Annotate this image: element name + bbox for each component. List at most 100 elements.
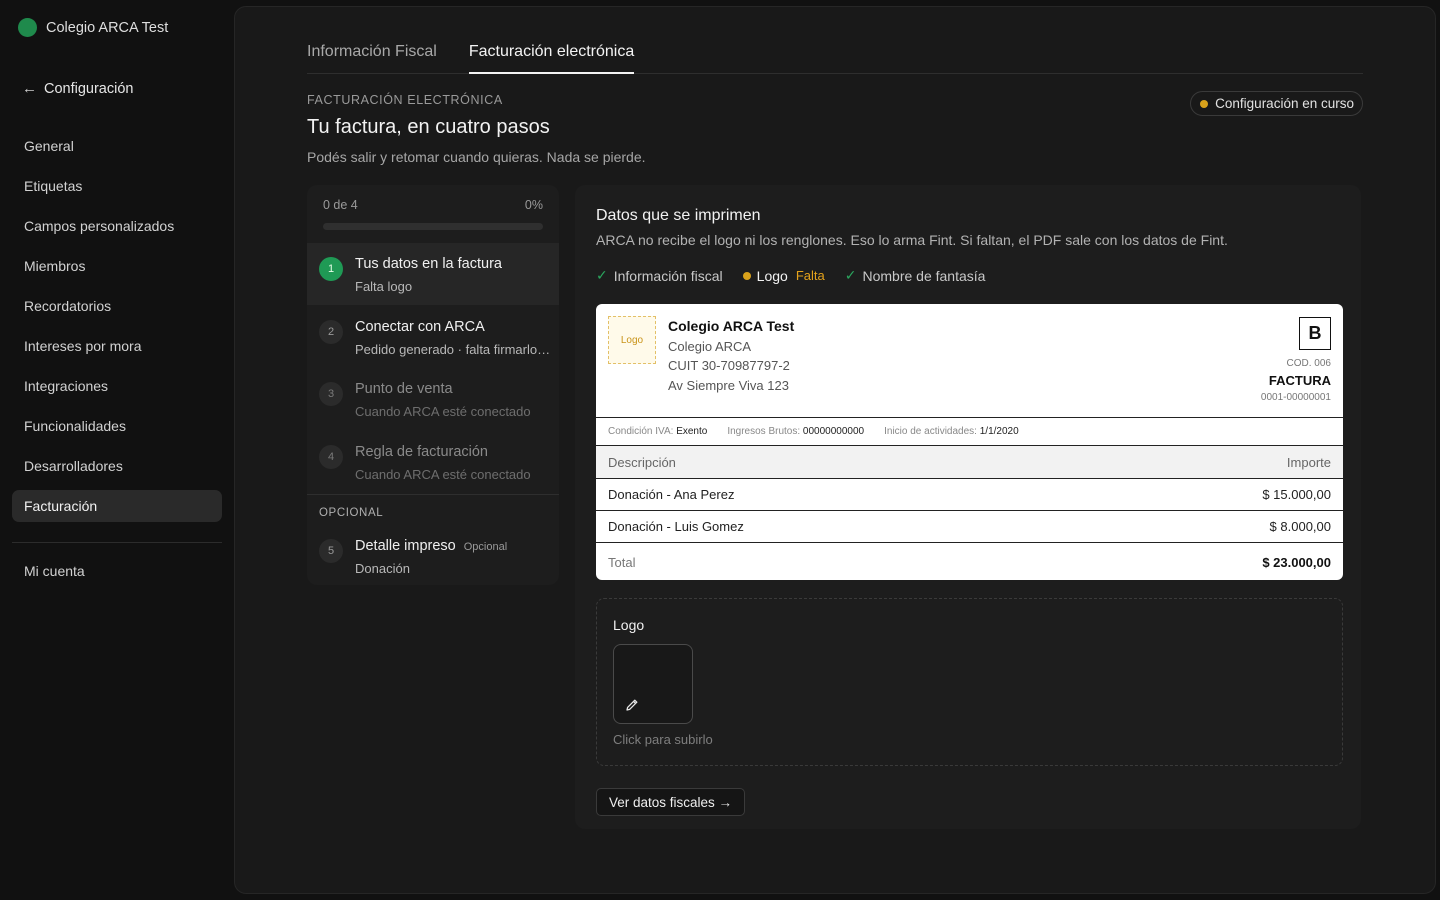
- step-subtitle: Falta logo: [355, 279, 413, 294]
- card-title: Datos que se imprimen: [596, 207, 761, 224]
- tab-bar: Información Fiscal Facturación electróni…: [307, 33, 1363, 74]
- section-eyebrow: FACTURACIÓN ELECTRÓNICA: [307, 93, 503, 107]
- invoice-org-name: Colegio ARCA Test: [668, 318, 795, 334]
- row-amount: $ 8.000,00: [1269, 519, 1331, 534]
- invoice-address: Av Siempre Viva 123: [668, 378, 789, 393]
- invoice-iva: Condición IVA: Exento: [608, 426, 707, 437]
- meta-label: Inicio de actividades:: [884, 426, 977, 437]
- sidebar-item-intereses-por-mora[interactable]: Intereses por mora: [12, 330, 222, 362]
- checkmark-icon: ✓: [596, 267, 608, 283]
- sidebar-item-recordatorios[interactable]: Recordatorios: [12, 290, 222, 322]
- progress-labels: 0 de 4 0%: [323, 198, 543, 212]
- row-description: Donación - Luis Gomez: [608, 519, 744, 534]
- sidebar-item-funcionalidades[interactable]: Funcionalidades: [12, 410, 222, 442]
- sidebar-item-etiquetas[interactable]: Etiquetas: [12, 170, 222, 202]
- meta-value: 1/1/2020: [979, 426, 1019, 437]
- row-description: Donación - Ana Perez: [608, 487, 735, 502]
- sidebar-item-mi-cuenta[interactable]: Mi cuenta: [12, 555, 222, 587]
- meta-value: 00000000000: [802, 426, 865, 437]
- check-label: Nombre de fantasía: [862, 267, 986, 284]
- requirements-checklist: ✓ Información fiscal Logo Falta ✓ Nombre…: [596, 267, 985, 284]
- sidebar-account-section: Mi cuenta: [12, 555, 222, 595]
- step-item-punto-de-venta: 3 Punto de venta Cuando ARCA esté conect…: [307, 368, 559, 430]
- steps-divider: [307, 494, 559, 495]
- step-number: 4: [319, 445, 343, 469]
- column-header-importe: Importe: [1286, 454, 1331, 470]
- step-number: 5: [319, 539, 343, 563]
- back-to-settings-link[interactable]: ← Configuración: [22, 80, 133, 97]
- optional-section-label: OPCIONAL: [319, 507, 384, 519]
- main-panel: Información Fiscal Facturación electróni…: [234, 6, 1436, 894]
- step-item-datos-factura[interactable]: 1 Tus datos en la factura Falta logo: [307, 243, 559, 305]
- step-subtitle: Donación: [355, 561, 410, 576]
- invoice-legal-name: Colegio ARCA: [668, 339, 752, 354]
- status-label: Configuración en curso: [1215, 96, 1354, 111]
- sidebar-item-desarrolladores[interactable]: Desarrolladores: [12, 450, 222, 482]
- step-item-conectar-arca[interactable]: 2 Conectar con ARCA Pedido generado · fa…: [307, 306, 559, 368]
- sidebar-item-general[interactable]: General: [12, 130, 222, 162]
- view-fiscal-data-button[interactable]: Ver datos fiscales →: [596, 788, 746, 816]
- page-title: Tu factura, en cuatro pasos: [307, 116, 550, 138]
- invoice-cuit: CUIT 30-70987797-2: [668, 358, 790, 373]
- step-subtitle: Pedido generado · falta firmarlo en ARCA: [355, 342, 551, 357]
- step-item-detalle-impreso[interactable]: 5 Detalle impreso Opcional Donación: [307, 525, 559, 585]
- check-informacion-fiscal: ✓ Información fiscal: [596, 267, 723, 284]
- check-logo: Logo Falta: [742, 267, 825, 284]
- step-number: 2: [319, 320, 343, 344]
- invoice-ingresos-brutos: Ingresos Brutos: 00000000000: [727, 426, 864, 437]
- sidebar-item-facturacion[interactable]: Facturación: [12, 490, 222, 522]
- meta-label: Condición IVA:: [608, 426, 674, 437]
- invoice-preview: Logo Colegio ARCA Test Colegio ARCA CUIT…: [596, 304, 1343, 580]
- row-amount: $ 15.000,00: [1262, 487, 1331, 502]
- status-badge: Configuración en curso: [1190, 91, 1363, 116]
- tab-facturacion-electronica[interactable]: Facturación electrónica: [468, 33, 635, 74]
- org-name: Colegio ARCA Test: [46, 19, 169, 36]
- total-amount: $ 23.000,00: [1262, 554, 1331, 570]
- progress-percent: 0%: [524, 198, 543, 212]
- back-label: Configuración: [44, 80, 134, 97]
- optional-tag: Opcional: [463, 541, 508, 553]
- check-label: Información fiscal: [613, 267, 723, 284]
- step-title: Conectar con ARCA: [355, 319, 485, 335]
- step-number: 1: [319, 257, 343, 281]
- tab-informacion-fiscal[interactable]: Información Fiscal: [307, 33, 437, 74]
- sidebar-item-campos-personalizados[interactable]: Campos personalizados: [12, 210, 222, 242]
- org-header[interactable]: Colegio ARCA Test: [18, 18, 168, 37]
- org-avatar: [18, 18, 37, 37]
- meta-label: Ingresos Brutos:: [727, 426, 801, 437]
- progress-count: 0 de 4: [323, 198, 358, 212]
- sidebar-item-miembros[interactable]: Miembros: [12, 250, 222, 282]
- invoice-logo-placeholder: Logo: [608, 316, 656, 364]
- invoice-meta-row: Condición IVA: Exento Ingresos Brutos: 0…: [596, 417, 1343, 446]
- printed-data-card: Datos que se imprimen ARCA no recibe el …: [575, 185, 1361, 829]
- invoice-letter: B: [1299, 317, 1331, 350]
- page-subtitle: Podés salir y retomar cuando quieras. Na…: [307, 149, 646, 165]
- check-label: Logo: [756, 267, 788, 284]
- step-item-regla-facturacion: 4 Regla de facturación Cuando ARCA esté …: [307, 431, 559, 493]
- checkmark-icon: ✓: [844, 267, 857, 283]
- table-row: Donación - Luis Gomez $ 8.000,00: [596, 511, 1343, 543]
- pencil-icon: [626, 699, 638, 711]
- step-title-text: Detalle impreso: [355, 538, 456, 554]
- invoice-type: FACTURA: [1268, 373, 1331, 388]
- step-title: Punto de venta: [355, 381, 453, 397]
- sidebar-item-integraciones[interactable]: Integraciones: [12, 370, 222, 402]
- step-title: Detalle impreso Opcional: [355, 538, 507, 554]
- sidebar: Colegio ARCA Test ← Configuración Genera…: [0, 0, 234, 900]
- total-label: Total: [608, 554, 636, 570]
- column-header-descripcion: Descripción: [608, 454, 676, 470]
- upload-title: Logo: [613, 617, 645, 633]
- missing-badge: Falta: [795, 268, 825, 283]
- card-description: ARCA no recibe el logo ni los renglones.…: [596, 232, 1228, 248]
- steps-card: 0 de 4 0% 1 Tus datos en la factura Falt…: [307, 185, 559, 585]
- invoice-total-row: Total $ 23.000,00: [596, 544, 1343, 580]
- logo-upload-button[interactable]: [613, 644, 693, 724]
- upload-hint: Click para subirlo: [613, 732, 713, 747]
- invoice-number: 0001-00000001: [1260, 392, 1331, 403]
- meta-value: Exento: [676, 426, 708, 437]
- check-nombre-fantasia: ✓ Nombre de fantasía: [845, 267, 986, 284]
- invoice-cod: COD. 006: [1286, 358, 1331, 369]
- step-subtitle: Cuando ARCA esté conectado: [355, 404, 531, 419]
- table-row: Donación - Ana Perez $ 15.000,00: [596, 479, 1343, 511]
- invoice-table-header: Descripción Importe: [596, 446, 1343, 479]
